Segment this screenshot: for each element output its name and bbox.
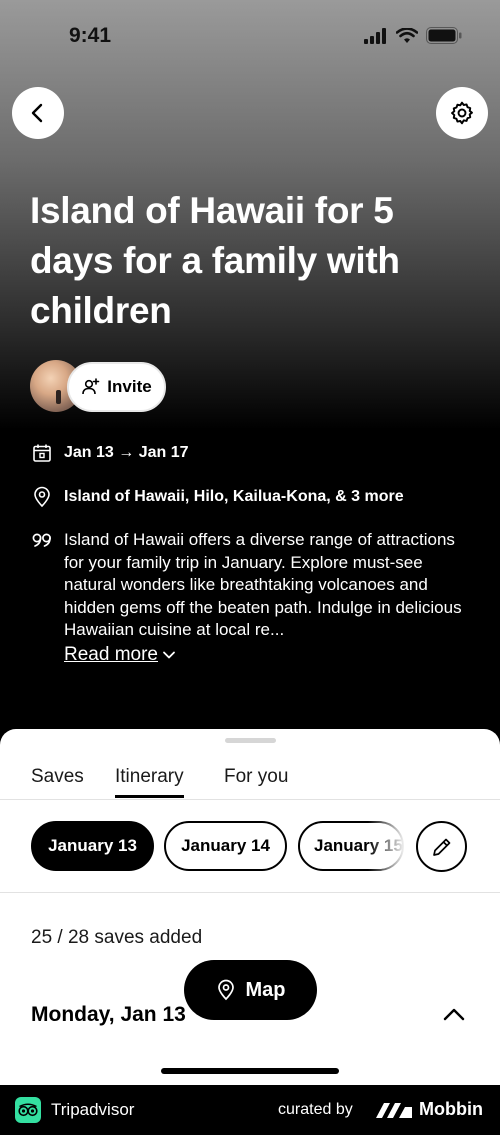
mobbin-name: Mobbin <box>419 1099 483 1119</box>
wifi-icon <box>396 27 418 43</box>
day-title: Monday, Jan 13 <box>31 1003 186 1026</box>
tab-saves[interactable]: Saves <box>31 766 84 795</box>
status-bar: 9:41 <box>0 0 500 74</box>
back-button[interactable] <box>12 87 64 139</box>
mobbin-logo-icon <box>376 1103 412 1118</box>
tab-itinerary[interactable]: Itinerary <box>115 766 184 798</box>
home-indicator <box>161 1068 339 1074</box>
date-chip-selected[interactable]: January 13 <box>31 821 154 871</box>
settings-button[interactable] <box>436 87 488 139</box>
sheet-grabber[interactable] <box>225 738 276 743</box>
attribution-footer: Tripadvisor curated by Mobbin <box>0 1085 500 1135</box>
edit-itinerary-button[interactable] <box>416 821 467 872</box>
divider <box>0 892 500 893</box>
gear-icon <box>451 101 473 125</box>
read-more-label: Read more <box>64 644 158 665</box>
read-more-link[interactable]: Read more <box>64 644 176 666</box>
tripadvisor-name: Tripadvisor <box>51 1100 135 1119</box>
status-time: 9:41 <box>69 24 112 47</box>
trip-hero: 9:41 Island of Hawaii for 5 days for a f… <box>0 0 500 760</box>
chevron-up-icon[interactable] <box>441 1004 467 1026</box>
itinerary-sheet: Saves Itinerary For you January 13 Janua… <box>0 729 500 1085</box>
date-chip-row: January 13 January 14 January 15 <box>0 821 500 872</box>
battery-icon <box>426 27 462 44</box>
tripadvisor-logo-icon <box>15 1097 41 1123</box>
calendar-icon <box>33 444 51 462</box>
curated-by-label: curated by <box>278 1101 353 1118</box>
location-pin-icon <box>217 979 234 1001</box>
trip-description: Island of Hawaii offers a diverse range … <box>64 530 462 639</box>
trip-title: Island of Hawaii for 5 days for a family… <box>30 190 400 331</box>
map-button-label: Map <box>245 978 286 1001</box>
tab-for-you[interactable]: For you <box>224 766 288 795</box>
quote-icon <box>32 533 51 547</box>
trip-location[interactable]: Island of Hawaii, Hilo, Kailua-Kona, & 3… <box>32 486 404 508</box>
cellular-signal-icon <box>364 27 386 44</box>
invite-label: Invite <box>107 377 152 396</box>
invite-button[interactable]: Invite <box>67 362 166 412</box>
location-pin-icon <box>34 486 50 508</box>
trip-dates-text: Jan 13 → Jan 17 <box>64 444 189 461</box>
status-icons <box>364 27 462 44</box>
trip-location-text: Island of Hawaii, Hilo, Kailua-Kona, & 3… <box>64 488 404 505</box>
chevron-left-icon <box>31 103 43 123</box>
pencil-icon <box>432 838 450 856</box>
map-button[interactable]: Map <box>184 960 317 1020</box>
date-chip[interactable]: January 14 <box>164 821 287 871</box>
add-user-icon <box>82 378 100 395</box>
trip-dates: Jan 13 → Jan 17 <box>32 443 189 463</box>
saves-count: 25 / 28 saves added <box>31 927 203 948</box>
tab-bar: Saves Itinerary For you <box>0 765 500 800</box>
chevron-down-icon <box>163 651 175 659</box>
chip-scroll-fade <box>368 821 406 871</box>
